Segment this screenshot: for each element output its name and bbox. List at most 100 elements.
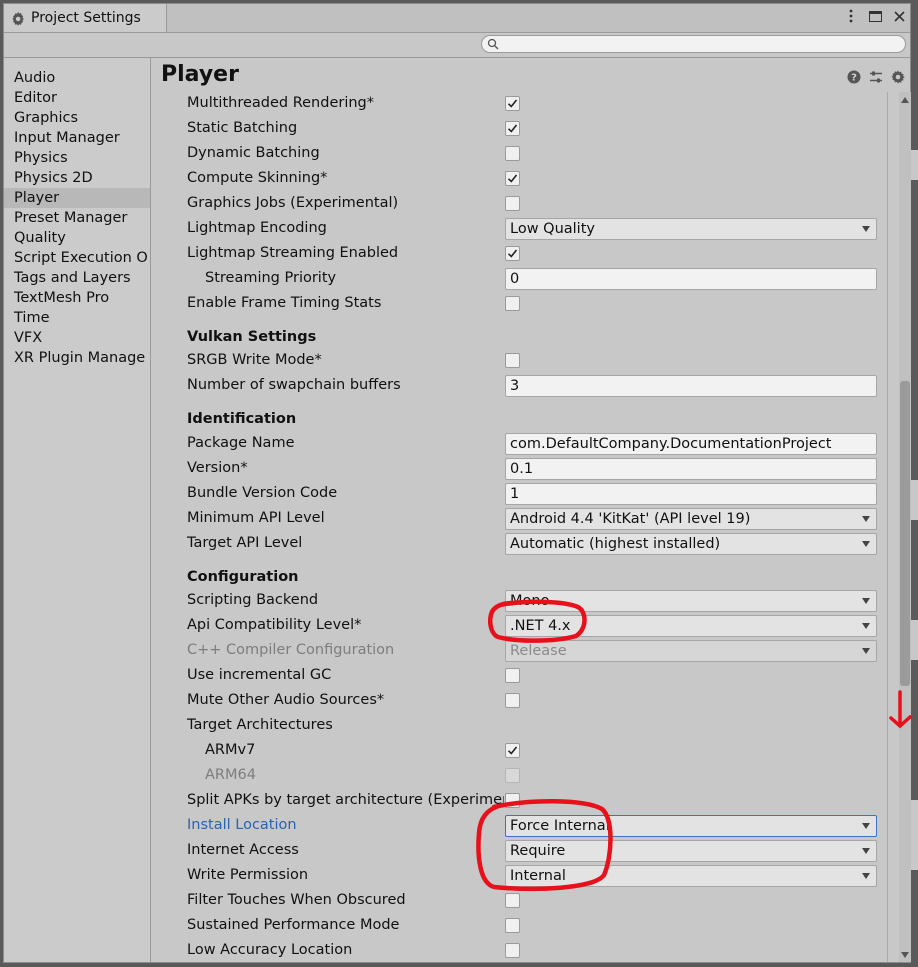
setting-label-min-api: Minimum API Level <box>187 510 325 526</box>
scroll-down-arrow-icon[interactable] <box>901 952 909 958</box>
scroll-up-arrow-icon[interactable] <box>901 97 909 103</box>
section-header-configuration-header: Configuration <box>187 569 299 585</box>
multithreaded-rendering-checkbox[interactable] <box>505 96 520 111</box>
sidebar-item-xr-plugin-management[interactable]: XR Plugin Manage <box>4 348 150 368</box>
scripting-backend-dropdown[interactable]: Mono <box>505 590 877 612</box>
target-api-dropdown[interactable]: Automatic (highest installed) <box>505 533 877 555</box>
split-apks-checkbox[interactable] <box>505 793 520 808</box>
setting-label-filter-touches: Filter Touches When Obscured <box>187 892 406 908</box>
setting-label-api-compat: Api Compatibility Level* <box>187 617 362 633</box>
search-input[interactable] <box>481 35 906 53</box>
internet-access-dropdown[interactable]: Require <box>505 840 877 862</box>
install-location-dropdown[interactable]: Force Internal <box>505 815 877 837</box>
window-tab-title: Project Settings <box>31 10 141 26</box>
setting-label-mute-audio: Mute Other Audio Sources* <box>187 692 385 708</box>
sidebar-item-input-manager[interactable]: Input Manager <box>4 128 150 148</box>
lightmap-streaming-checkbox[interactable] <box>505 246 520 261</box>
settings-list: Multithreaded Rendering* Static Batching D… <box>164 92 887 962</box>
sidebar-item-preset-manager[interactable]: Preset Manager <box>4 208 150 228</box>
setting-row-vulkan-header: Vulkan Settings <box>164 326 887 351</box>
setting-label-version: Version* <box>187 460 248 476</box>
static-batching-checkbox[interactable] <box>505 121 520 136</box>
cpp-config-dropdown-value: Release <box>510 643 567 659</box>
vertical-scrollbar[interactable] <box>899 92 911 962</box>
window-tab[interactable]: Project Settings <box>4 4 167 32</box>
setting-label-streaming-priority: Streaming Priority <box>205 270 337 286</box>
checkmark-icon <box>507 124 518 133</box>
checkmark-icon <box>507 746 518 755</box>
min-api-dropdown[interactable]: Android 4.4 'KitKat' (API level 19) <box>505 508 877 530</box>
sidebar-item-editor[interactable]: Editor <box>4 88 150 108</box>
setting-row-armv7: ARMv7 <box>164 739 887 764</box>
dynamic-batching-checkbox[interactable] <box>505 146 520 161</box>
install-location-dropdown-value: Force Internal <box>510 818 610 834</box>
setting-label-arm64: ARM64 <box>205 767 256 783</box>
setting-label-sustained-perf: Sustained Performance Mode <box>187 917 400 933</box>
setting-row-static-batching: Static Batching <box>164 117 887 142</box>
sliders-icon[interactable] <box>869 70 883 84</box>
sidebar-item-textmesh-pro[interactable]: TextMesh Pro <box>4 288 150 308</box>
scrollbar-thumb[interactable] <box>900 381 910 686</box>
sidebar-item-time[interactable]: Time <box>4 308 150 328</box>
panel-divider <box>887 92 888 962</box>
version-input[interactable]: 0.1 <box>505 458 877 480</box>
target-api-dropdown-value: Automatic (highest installed) <box>510 536 721 552</box>
swapchain-buffers-input[interactable]: 3 <box>505 375 877 397</box>
bundle-version-code-input[interactable]: 1 <box>505 483 877 505</box>
filter-touches-checkbox[interactable] <box>505 893 520 908</box>
sidebar-item-audio[interactable]: Audio <box>4 68 150 88</box>
sidebar-item-physics-2d[interactable]: Physics 2D <box>4 168 150 188</box>
sidebar-item-physics[interactable]: Physics <box>4 148 150 168</box>
setting-row-mute-audio: Mute Other Audio Sources* <box>164 689 887 714</box>
setting-row-filter-touches: Filter Touches When Obscured <box>164 889 887 914</box>
setting-label-bundle-version-code: Bundle Version Code <box>187 485 338 501</box>
chevron-down-icon <box>862 848 870 854</box>
setting-row-lightmap-encoding: Lightmap Encoding Low Quality <box>164 217 887 242</box>
sidebar-item-quality[interactable]: Quality <box>4 228 150 248</box>
more-options-icon[interactable] <box>844 8 858 24</box>
setting-label-srgb-write: SRGB Write Mode* <box>187 352 322 368</box>
armv7-checkbox[interactable] <box>505 743 520 758</box>
compute-skinning-checkbox[interactable] <box>505 171 520 186</box>
header-icons: ? <box>847 70 905 84</box>
setting-row-swapchain-buffers: Number of swapchain buffers 3 <box>164 374 887 399</box>
cpp-config-dropdown: Release <box>505 640 877 662</box>
incremental-gc-checkbox[interactable] <box>505 668 520 683</box>
checkmark-icon <box>507 99 518 108</box>
sustained-perf-checkbox[interactable] <box>505 918 520 933</box>
setting-label-install-location: Install Location <box>187 817 297 833</box>
srgb-write-checkbox[interactable] <box>505 353 520 368</box>
low-accuracy-checkbox[interactable] <box>505 943 520 958</box>
setting-row-write-permission: Write Permission Internal <box>164 864 887 889</box>
package-name-input[interactable]: com.DefaultCompany.DocumentationProject <box>505 433 877 455</box>
sidebar-item-player[interactable]: Player <box>4 188 150 208</box>
section-header-identification-header: Identification <box>187 411 297 427</box>
arm64-checkbox <box>505 768 520 783</box>
lightmap-encoding-dropdown-value: Low Quality <box>510 221 595 237</box>
title-bar: Project Settings <box>4 4 910 33</box>
maximize-icon[interactable] <box>868 8 882 24</box>
sidebar-item-vfx[interactable]: VFX <box>4 328 150 348</box>
help-icon[interactable]: ? <box>847 70 861 84</box>
close-icon[interactable] <box>892 8 906 24</box>
setting-row-multithreaded-rendering: Multithreaded Rendering* <box>164 92 887 117</box>
write-permission-dropdown[interactable]: Internal <box>505 865 877 887</box>
api-compat-dropdown[interactable]: .NET 4.x <box>505 615 877 637</box>
scripting-backend-dropdown-value: Mono <box>510 593 550 609</box>
lightmap-encoding-dropdown[interactable]: Low Quality <box>505 218 877 240</box>
setting-row-dynamic-batching: Dynamic Batching <box>164 142 887 167</box>
sidebar-item-script-execution-order[interactable]: Script Execution O <box>4 248 150 268</box>
mute-audio-checkbox[interactable] <box>505 693 520 708</box>
setting-row-sustained-perf: Sustained Performance Mode <box>164 914 887 939</box>
setting-label-multithreaded-rendering: Multithreaded Rendering* <box>187 95 374 111</box>
frame-timing-checkbox[interactable] <box>505 296 520 311</box>
graphics-jobs-checkbox[interactable] <box>505 196 520 211</box>
setting-row-target-api: Target API Level Automatic (highest insta… <box>164 532 887 557</box>
setting-row-target-arch: Target Architectures <box>164 714 887 739</box>
setting-row-split-apks: Split APKs by target architecture (Exper… <box>164 789 887 814</box>
sidebar-item-tags-and-layers[interactable]: Tags and Layers <box>4 268 150 288</box>
streaming-priority-input[interactable]: 0 <box>505 268 877 290</box>
svg-text:?: ? <box>851 73 857 84</box>
sidebar-item-graphics[interactable]: Graphics <box>4 108 150 128</box>
gear-icon[interactable] <box>891 70 905 84</box>
